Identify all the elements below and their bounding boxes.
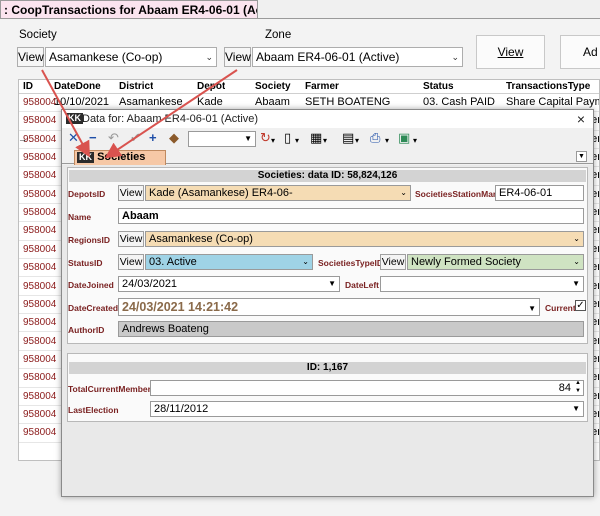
- annotation-arrows: [41, 69, 238, 159]
- arrow-from-zone: [104, 69, 238, 159]
- arrow-from-society: [41, 69, 90, 158]
